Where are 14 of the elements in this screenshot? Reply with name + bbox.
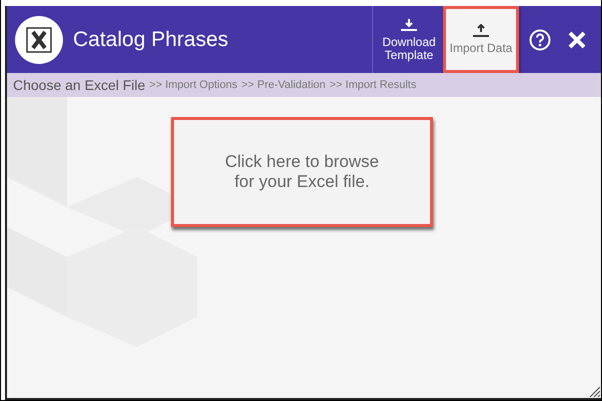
close-icon[interactable]	[567, 30, 587, 50]
download-button[interactable]: Download Template	[377, 10, 441, 70]
resize-grip-icon	[588, 385, 600, 397]
window-title: Catalog Phrases	[73, 28, 230, 52]
breadcrumb-step: >> Import Options	[149, 79, 238, 91]
upload-icon	[473, 24, 489, 38]
import-button[interactable]: Import Data	[443, 6, 519, 73]
browse-file-button[interactable]: Click here to browse for your Excel file.	[171, 117, 433, 227]
breadcrumb-step: >> Pre-Validation	[241, 79, 326, 91]
download-icon	[401, 18, 417, 32]
breadcrumb-step: >> Import Results	[330, 79, 416, 91]
logo-icon	[15, 16, 63, 64]
help-icon[interactable]	[529, 28, 551, 50]
breadcrumb-step: Choose an Excel File	[13, 77, 146, 93]
